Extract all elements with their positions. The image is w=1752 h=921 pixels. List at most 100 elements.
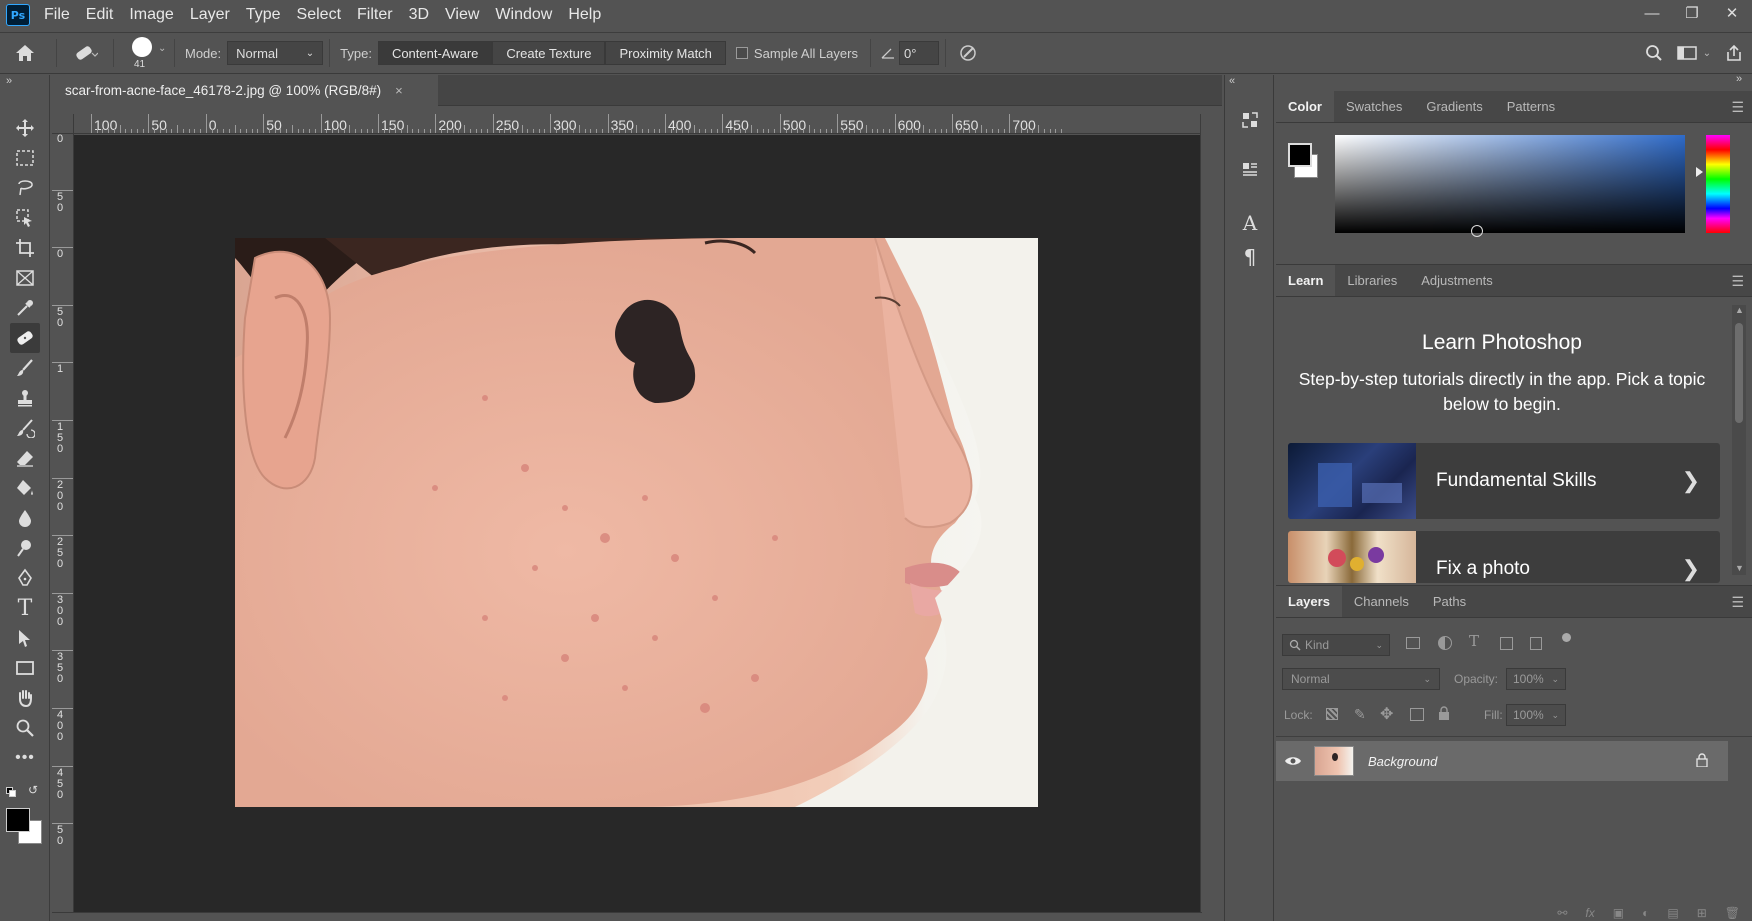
tab-gradients[interactable]: Gradients bbox=[1414, 91, 1494, 122]
restore-icon[interactable]: ❐ bbox=[1672, 0, 1712, 26]
filter-type-icon[interactable]: T bbox=[1469, 632, 1479, 650]
vertical-ruler[interactable]: 0 50 0 50 1 150 200 250 300 350 400 450 50 bbox=[52, 134, 74, 914]
tab-paths[interactable]: Paths bbox=[1421, 586, 1478, 617]
layer-name[interactable]: Background bbox=[1368, 754, 1437, 769]
healing-brush-preset-icon[interactable] bbox=[63, 43, 107, 63]
learn-scroll-thumb[interactable] bbox=[1735, 323, 1743, 423]
new-group-icon[interactable]: ▤ bbox=[1667, 906, 1678, 921]
lasso-tool-icon[interactable] bbox=[10, 173, 40, 203]
layer-visibility-eye-icon[interactable] bbox=[1276, 755, 1310, 767]
panel-menu-icon[interactable]: ☰ bbox=[1731, 594, 1744, 611]
swap-colors-icon[interactable]: ↺ bbox=[28, 783, 38, 797]
hand-tool-icon[interactable] bbox=[10, 683, 40, 713]
history-brush-tool-icon[interactable] bbox=[10, 413, 40, 443]
canvas-vertical-scrollbar[interactable] bbox=[1200, 114, 1224, 912]
learn-scroll-up-icon[interactable]: ▲ bbox=[1735, 305, 1744, 315]
pressure-size-icon[interactable] bbox=[952, 43, 984, 63]
learn-scroll-down-icon[interactable]: ▼ bbox=[1735, 563, 1744, 573]
menu-edit[interactable]: Edit bbox=[78, 0, 122, 30]
frame-tool-icon[interactable] bbox=[10, 263, 40, 293]
paint-bucket-tool-icon[interactable] bbox=[10, 473, 40, 503]
content-aware-button[interactable]: Content-Aware bbox=[377, 41, 493, 65]
workspace-icon[interactable]: ⌄ bbox=[1672, 45, 1716, 61]
tab-patterns[interactable]: Patterns bbox=[1495, 91, 1567, 122]
learn-card-fix-a-photo[interactable]: Fix a photo ❯ bbox=[1288, 531, 1720, 583]
proximity-match-button[interactable]: Proximity Match bbox=[605, 41, 726, 65]
brush-tool-icon[interactable] bbox=[10, 353, 40, 383]
color-picker-field[interactable] bbox=[1335, 135, 1685, 237]
menu-file[interactable]: File bbox=[36, 0, 78, 30]
learn-card-fundamental-skills[interactable]: Fundamental Skills ❯ bbox=[1288, 443, 1720, 519]
panel-menu-icon[interactable]: ☰ bbox=[1731, 273, 1744, 290]
mode-dropdown[interactable]: Normal ⌄ bbox=[227, 41, 324, 65]
spot-healing-brush-tool-icon[interactable] bbox=[10, 323, 40, 353]
sample-all-layers-checkbox[interactable] bbox=[735, 47, 748, 59]
menu-select[interactable]: Select bbox=[289, 0, 349, 30]
blend-mode-dropdown[interactable]: Normal ⌄ bbox=[1282, 668, 1440, 690]
more-tools-icon[interactable]: ••• bbox=[10, 743, 40, 773]
tab-layers[interactable]: Layers bbox=[1276, 586, 1342, 617]
menu-3d[interactable]: 3D bbox=[401, 0, 437, 30]
filter-toggle-icon[interactable] bbox=[1562, 633, 1571, 642]
learn-scrollbar[interactable]: ▲ ▼ bbox=[1732, 305, 1746, 575]
character-panel-icon[interactable]: A bbox=[1235, 208, 1265, 238]
angle-input[interactable]: 0° bbox=[898, 41, 939, 65]
search-icon[interactable] bbox=[1636, 44, 1672, 62]
horizontal-ruler[interactable]: 100 50 0 50 100 150 200 250 300 350 400 450 500 550 60… bbox=[74, 114, 1200, 134]
filter-adjustment-icon[interactable] bbox=[1438, 636, 1452, 650]
collapse-arrows-icon[interactable]: » bbox=[6, 75, 12, 87]
pen-tool-icon[interactable] bbox=[10, 563, 40, 593]
layer-effects-icon[interactable]: fx bbox=[1585, 906, 1594, 921]
lock-position-icon[interactable]: ✥ bbox=[1380, 704, 1393, 724]
filter-shape-icon[interactable] bbox=[1500, 637, 1513, 650]
layer-row-background[interactable]: Background bbox=[1276, 741, 1728, 781]
history-panel-icon[interactable] bbox=[1235, 105, 1265, 135]
menu-layer[interactable]: Layer bbox=[182, 0, 238, 30]
home-icon[interactable] bbox=[0, 33, 50, 73]
minimize-icon[interactable]: — bbox=[1632, 0, 1672, 26]
opacity-input[interactable]: 100% ⌄ bbox=[1506, 668, 1566, 690]
menu-image[interactable]: Image bbox=[121, 0, 181, 30]
clone-stamp-tool-icon[interactable] bbox=[10, 383, 40, 413]
color-fg-swatch[interactable] bbox=[1288, 143, 1312, 167]
object-selection-tool-icon[interactable] bbox=[10, 203, 40, 233]
menu-type[interactable]: Type bbox=[238, 0, 289, 30]
collapse-panels-icon[interactable]: « bbox=[1229, 75, 1235, 87]
tab-swatches[interactable]: Swatches bbox=[1334, 91, 1414, 122]
close-window-icon[interactable]: ✕ bbox=[1712, 0, 1752, 26]
hue-slider[interactable] bbox=[1706, 135, 1730, 233]
dodge-tool-icon[interactable] bbox=[10, 533, 40, 563]
crop-tool-icon[interactable] bbox=[10, 233, 40, 263]
fill-input[interactable]: 100% ⌄ bbox=[1506, 704, 1566, 726]
rectangle-tool-icon[interactable] bbox=[10, 653, 40, 683]
tab-libraries[interactable]: Libraries bbox=[1335, 265, 1409, 296]
filter-pixel-icon[interactable] bbox=[1406, 637, 1420, 649]
close-tab-icon[interactable]: × bbox=[395, 83, 403, 98]
zoom-tool-icon[interactable] bbox=[10, 713, 40, 743]
brush-size-picker[interactable]: 41 ⌄ bbox=[120, 33, 168, 73]
new-layer-icon[interactable]: ⊞ bbox=[1697, 906, 1707, 921]
canvas-area[interactable] bbox=[74, 135, 1200, 912]
tab-learn[interactable]: Learn bbox=[1276, 265, 1336, 296]
properties-panel-icon[interactable] bbox=[1235, 155, 1265, 185]
panel-menu-icon[interactable]: ☰ bbox=[1731, 99, 1744, 116]
link-layers-icon[interactable]: ⚯ bbox=[1557, 906, 1567, 921]
lock-image-brush-icon[interactable]: ✎ bbox=[1354, 706, 1366, 723]
menu-view[interactable]: View bbox=[437, 0, 487, 30]
tab-channels[interactable]: Channels bbox=[1342, 586, 1421, 617]
default-colors-icon[interactable] bbox=[6, 787, 16, 797]
move-tool-icon[interactable] bbox=[10, 113, 40, 143]
new-adjustment-icon[interactable]: ◐ bbox=[1642, 906, 1649, 921]
lock-all-icon[interactable] bbox=[1438, 706, 1450, 720]
document-tab[interactable]: scar-from-acne-face_46178-2.jpg @ 100% (… bbox=[52, 75, 438, 106]
lock-transparent-icon[interactable] bbox=[1326, 708, 1338, 720]
share-icon[interactable] bbox=[1716, 44, 1752, 62]
menu-window[interactable]: Window bbox=[487, 0, 560, 30]
document-image[interactable] bbox=[235, 238, 1038, 807]
paragraph-panel-icon[interactable]: ¶ bbox=[1235, 242, 1265, 272]
layer-filter-dropdown[interactable]: Kind ⌄ bbox=[1282, 634, 1390, 656]
type-tool-icon[interactable]: T bbox=[10, 593, 40, 623]
path-selection-tool-icon[interactable] bbox=[10, 623, 40, 653]
menu-filter[interactable]: Filter bbox=[349, 0, 401, 30]
tab-color[interactable]: Color bbox=[1276, 91, 1334, 122]
